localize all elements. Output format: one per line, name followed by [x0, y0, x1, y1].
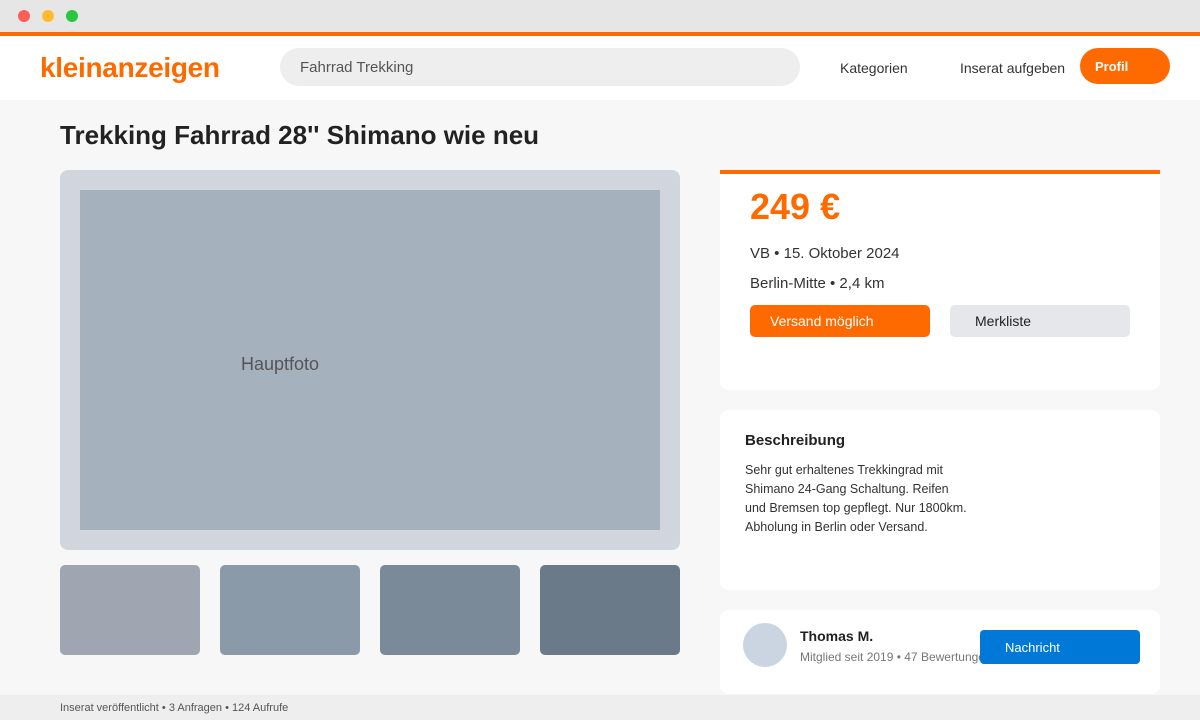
- description-line: und Bremsen top gepflegt. Nur 1800km.: [745, 501, 967, 515]
- description-heading: Beschreibung: [745, 432, 846, 449]
- watchlist-button[interactable]: Merkliste: [950, 305, 1130, 337]
- profile-button[interactable]: Profil: [1080, 48, 1170, 84]
- thumbnail-2[interactable]: [220, 565, 360, 655]
- main-photo[interactable]: Hauptfoto: [60, 170, 680, 550]
- minimize-window-icon[interactable]: [42, 10, 54, 22]
- seller-card: Thomas M. Mitglied seit 2019 • 47 Bewert…: [720, 610, 1160, 694]
- site-logo[interactable]: kleinanzeigen: [40, 52, 220, 84]
- description-line: Abholung in Berlin oder Versand.: [745, 520, 928, 534]
- maximize-window-icon[interactable]: [66, 10, 78, 22]
- main-photo-label: Hauptfoto: [241, 354, 320, 374]
- footer-bar: Inserat veröffentlicht • 3 Anfragen • 12…: [0, 695, 1200, 720]
- price-meta-date: VB • 15. Oktober 2024: [750, 245, 900, 262]
- close-window-icon[interactable]: [18, 10, 30, 22]
- window-titlebar: [0, 0, 1200, 32]
- price-card: 249 € VB • 15. Oktober 2024 Berlin-Mitte…: [720, 170, 1160, 390]
- thumbnail-4[interactable]: [540, 565, 680, 655]
- location-distance: Berlin-Mitte • 2,4 km: [750, 275, 885, 292]
- main-photo-image: Hauptfoto: [80, 190, 660, 530]
- message-button[interactable]: Nachricht: [980, 630, 1140, 664]
- nav-categories-link[interactable]: Kategorien: [840, 60, 908, 76]
- footer-stats: Inserat veröffentlicht • 3 Anfragen • 12…: [60, 702, 289, 714]
- site-header: kleinanzeigen Kategorien Inserat aufgebe…: [0, 32, 1200, 100]
- description-card: Beschreibung Sehr gut erhaltenes Trekkin…: [720, 410, 1160, 590]
- shipping-button[interactable]: Versand möglich: [750, 305, 930, 337]
- seller-meta: Mitglied seit 2019 • 47 Bewertungen: [800, 650, 992, 664]
- search-input[interactable]: [280, 48, 800, 86]
- page-title: Trekking Fahrrad 28'' Shimano wie neu: [60, 120, 540, 150]
- description-line: Shimano 24-Gang Schaltung. Reifen: [745, 482, 949, 496]
- description-line: Sehr gut erhaltenes Trekkingrad mit: [745, 463, 944, 477]
- price: 249 €: [750, 186, 841, 227]
- thumbnail-3[interactable]: [380, 565, 520, 655]
- thumbnail-1[interactable]: [60, 565, 200, 655]
- description-text: Sehr gut erhaltenes Trekkingrad mit Shim…: [745, 461, 967, 537]
- seller-name[interactable]: Thomas M.: [800, 628, 873, 644]
- seller-avatar[interactable]: [743, 623, 787, 667]
- nav-post-ad-link[interactable]: Inserat aufgeben: [960, 60, 1065, 76]
